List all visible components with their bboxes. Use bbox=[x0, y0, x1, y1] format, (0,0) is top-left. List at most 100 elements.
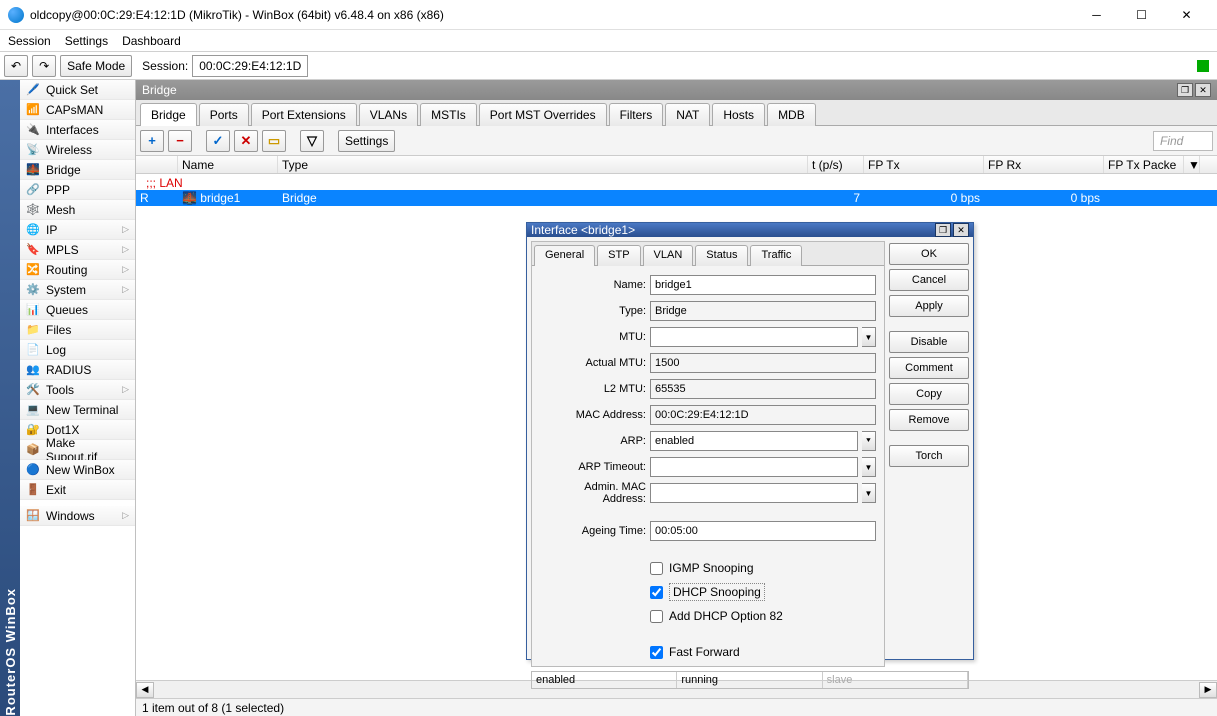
disable-button[interactable]: ✕ bbox=[234, 130, 258, 152]
table-cell: 0 bps bbox=[984, 191, 1104, 205]
undo-button[interactable]: ↶ bbox=[4, 55, 28, 77]
sidebar-item-new-winbox[interactable]: 🔵New WinBox bbox=[20, 460, 135, 480]
name-input[interactable]: bridge1 bbox=[650, 275, 876, 295]
disable-button[interactable]: Disable bbox=[889, 331, 969, 353]
dialog-restore-button[interactable]: ❐ bbox=[935, 223, 951, 237]
dialog-tab-status[interactable]: Status bbox=[695, 245, 748, 266]
column-header[interactable]: Name bbox=[178, 156, 278, 173]
column-header[interactable]: Type bbox=[278, 156, 808, 173]
arp-select[interactable]: enabled bbox=[650, 431, 858, 451]
find-input[interactable]: Find bbox=[1153, 131, 1213, 151]
remove-button[interactable]: − bbox=[168, 130, 192, 152]
tab-port-mst-overrides[interactable]: Port MST Overrides bbox=[479, 103, 607, 126]
torch-button[interactable]: Torch bbox=[889, 445, 969, 467]
menu-settings[interactable]: Settings bbox=[65, 34, 108, 48]
menu-session[interactable]: Session bbox=[8, 34, 51, 48]
sidebar-item-label: Tools bbox=[46, 383, 74, 397]
cancel-button[interactable]: Cancel bbox=[889, 269, 969, 291]
admin-mac-label: Admin. MAC Address: bbox=[540, 481, 646, 505]
sidebar-item-system[interactable]: ⚙️System▷ bbox=[20, 280, 135, 300]
dhcp-checkbox[interactable] bbox=[650, 586, 663, 599]
sidebar-item-interfaces[interactable]: 🔌Interfaces bbox=[20, 120, 135, 140]
sidebar-item-wireless[interactable]: 📡Wireless bbox=[20, 140, 135, 160]
sidebar-item-queues[interactable]: 📊Queues bbox=[20, 300, 135, 320]
amac-dd-icon[interactable]: ▼ bbox=[862, 483, 876, 503]
column-header[interactable] bbox=[136, 156, 178, 173]
sidebar-item-mpls[interactable]: 🔖MPLS▷ bbox=[20, 240, 135, 260]
sidebar-item-tools[interactable]: 🛠️Tools▷ bbox=[20, 380, 135, 400]
safe-mode-button[interactable]: Safe Mode bbox=[60, 55, 132, 77]
dialog-tab-general[interactable]: General bbox=[534, 245, 595, 266]
sidebar-item-radius[interactable]: 👥RADIUS bbox=[20, 360, 135, 380]
dialog-title[interactable]: Interface <bridge1> ❐ ✕ bbox=[527, 223, 973, 237]
scroll-right-icon[interactable]: ▶ bbox=[1199, 682, 1217, 698]
column-header[interactable]: FP Tx bbox=[864, 156, 984, 173]
dialog-tab-vlan[interactable]: VLAN bbox=[643, 245, 694, 266]
minimize-button[interactable]: ─ bbox=[1074, 0, 1119, 30]
settings-button[interactable]: Settings bbox=[338, 130, 395, 152]
sidebar-item-capsman[interactable]: 📶CAPsMAN bbox=[20, 100, 135, 120]
dialog-tab-stp[interactable]: STP bbox=[597, 245, 640, 266]
fast-forward-checkbox[interactable] bbox=[650, 646, 663, 659]
add-button[interactable]: + bbox=[140, 130, 164, 152]
filter-button[interactable]: ▽ bbox=[300, 130, 324, 152]
table-row[interactable]: R🌉 bridge1Bridge70 bps0 bps bbox=[136, 190, 1217, 206]
igmp-checkbox[interactable] bbox=[650, 562, 663, 575]
arpt-dd-icon[interactable]: ▼ bbox=[862, 457, 876, 477]
menu-dashboard[interactable]: Dashboard bbox=[122, 34, 181, 48]
tab-ports[interactable]: Ports bbox=[199, 103, 249, 126]
redo-button[interactable]: ↷ bbox=[32, 55, 56, 77]
column-header[interactable]: FP Rx bbox=[984, 156, 1104, 173]
sidebar-item-make-supout-rif[interactable]: 📦Make Supout.rif bbox=[20, 440, 135, 460]
dialog-tab-traffic[interactable]: Traffic bbox=[750, 245, 802, 266]
enable-button[interactable]: ✓ bbox=[206, 130, 230, 152]
sidebar-item-exit[interactable]: 🚪Exit bbox=[20, 480, 135, 500]
sidebar-item-label: New Terminal bbox=[46, 403, 118, 417]
sidebar-item-mesh[interactable]: 🕸️Mesh bbox=[20, 200, 135, 220]
tab-nat[interactable]: NAT bbox=[665, 103, 710, 126]
sidebar-item-ip[interactable]: 🌐IP▷ bbox=[20, 220, 135, 240]
tab-bridge[interactable]: Bridge bbox=[140, 103, 197, 126]
apply-button[interactable]: Apply bbox=[889, 295, 969, 317]
sidebar: RouterOS WinBox 🖊️Quick Set📶CAPsMAN🔌Inte… bbox=[0, 80, 136, 716]
sidebar-item-windows[interactable]: 🪟Windows▷ bbox=[20, 506, 135, 526]
tab-filters[interactable]: Filters bbox=[609, 103, 664, 126]
sidebar-item-new-terminal[interactable]: 💻New Terminal bbox=[20, 400, 135, 420]
opt82-checkbox[interactable] bbox=[650, 610, 663, 623]
menu-icon: 📊 bbox=[26, 303, 40, 317]
column-menu-icon[interactable]: ▼ bbox=[1184, 156, 1200, 173]
sidebar-item-routing[interactable]: 🔀Routing▷ bbox=[20, 260, 135, 280]
arp-timeout-input[interactable] bbox=[650, 457, 858, 477]
sidebar-item-bridge[interactable]: 🌉Bridge bbox=[20, 160, 135, 180]
subwin-close-button[interactable]: ✕ bbox=[1195, 83, 1211, 97]
tab-port-extensions[interactable]: Port Extensions bbox=[251, 103, 357, 126]
sidebar-item-label: Windows bbox=[46, 509, 95, 523]
column-header[interactable]: FP Tx Packe bbox=[1104, 156, 1184, 173]
menu-icon: 📄 bbox=[26, 343, 40, 357]
comment-button[interactable]: Comment bbox=[889, 357, 969, 379]
admin-mac-input[interactable] bbox=[650, 483, 858, 503]
ageing-input[interactable]: 00:05:00 bbox=[650, 521, 876, 541]
mtu-dd-icon[interactable]: ▼ bbox=[862, 327, 876, 347]
tab-hosts[interactable]: Hosts bbox=[712, 103, 765, 126]
remove-button[interactable]: Remove bbox=[889, 409, 969, 431]
copy-button[interactable]: Copy bbox=[889, 383, 969, 405]
comment-button[interactable]: ▭ bbox=[262, 130, 286, 152]
table-cell: Bridge bbox=[278, 191, 808, 205]
tab-mstis[interactable]: MSTIs bbox=[420, 103, 477, 126]
arp-dd-icon[interactable]: ⯆ bbox=[862, 431, 876, 451]
column-header[interactable]: t (p/s) bbox=[808, 156, 864, 173]
tab-mdb[interactable]: MDB bbox=[767, 103, 816, 126]
maximize-button[interactable]: ☐ bbox=[1119, 0, 1164, 30]
sidebar-item-ppp[interactable]: 🔗PPP bbox=[20, 180, 135, 200]
subwin-restore-button[interactable]: ❐ bbox=[1177, 83, 1193, 97]
sidebar-item-log[interactable]: 📄Log bbox=[20, 340, 135, 360]
dialog-close-button[interactable]: ✕ bbox=[953, 223, 969, 237]
sidebar-item-quick-set[interactable]: 🖊️Quick Set bbox=[20, 80, 135, 100]
close-button[interactable]: ✕ bbox=[1164, 0, 1209, 30]
scroll-left-icon[interactable]: ◀ bbox=[136, 682, 154, 698]
ok-button[interactable]: OK bbox=[889, 243, 969, 265]
sidebar-item-files[interactable]: 📁Files bbox=[20, 320, 135, 340]
mtu-input[interactable] bbox=[650, 327, 858, 347]
tab-vlans[interactable]: VLANs bbox=[359, 103, 418, 126]
